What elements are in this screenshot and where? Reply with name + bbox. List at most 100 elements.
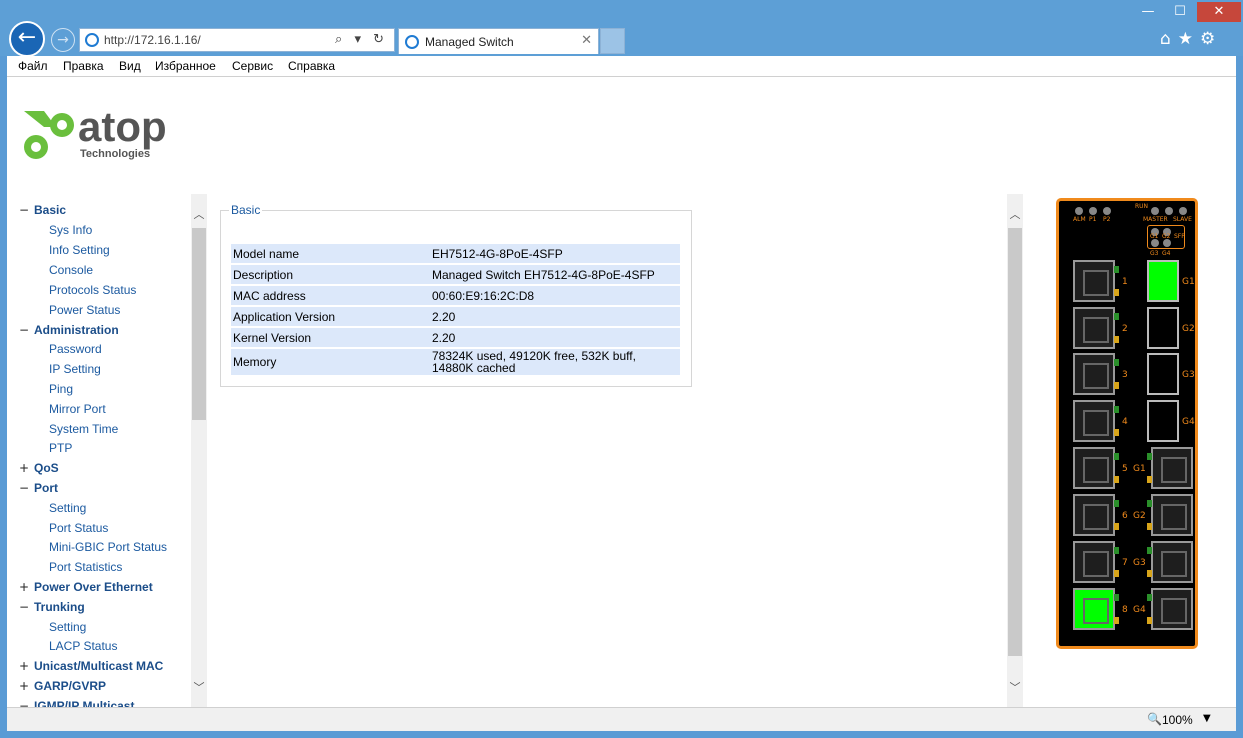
sfp-port-g2[interactable]	[1147, 307, 1179, 349]
rj45-port-g1[interactable]	[1147, 447, 1193, 489]
collapse-icon[interactable]: −	[19, 203, 29, 217]
sidebar-category-label[interactable]: Unicast/Multicast MAC	[34, 659, 163, 673]
scroll-up-icon[interactable]: ︿	[1007, 206, 1023, 222]
sidebar-link[interactable]: Mirror Port	[49, 402, 106, 416]
new-tab-button[interactable]	[600, 28, 625, 54]
sidebar-link[interactable]: Port Statistics	[49, 560, 122, 574]
table-row: Description Managed Switch EH7512-4G-8PoE…	[231, 265, 680, 284]
led-label: G4	[1162, 250, 1171, 257]
rj45-port-g2[interactable]	[1147, 494, 1193, 536]
scrollbar-thumb[interactable]	[1008, 228, 1022, 656]
collapse-icon[interactable]: −	[19, 323, 29, 337]
sidebar-link[interactable]: Info Setting	[49, 243, 110, 257]
rj45-port-2[interactable]	[1073, 307, 1119, 349]
collapse-icon[interactable]: −	[19, 481, 29, 495]
sidebar-category-label[interactable]: Trunking	[34, 600, 85, 614]
address-bar[interactable]: ⌕ ▾ ↻	[79, 28, 395, 52]
sidebar-link[interactable]: Setting	[49, 620, 86, 634]
forward-button[interactable]: →	[51, 28, 75, 52]
menu-file[interactable]: Файл	[18, 59, 48, 73]
sidebar-link[interactable]: Mini-GBIC Port Status	[49, 540, 167, 554]
rj45-port-3[interactable]	[1073, 353, 1119, 395]
table-row: Memory 78324K used, 49120K free, 532K buf…	[231, 349, 680, 375]
chevron-down-icon[interactable]: ▼	[1203, 713, 1211, 724]
rj45-port-5[interactable]	[1073, 447, 1119, 489]
maximize-button[interactable]: ☐	[1165, 2, 1195, 22]
home-icon[interactable]: ⌂	[1160, 29, 1171, 49]
sidebar-scrollbar[interactable]: ︿ ﹀	[191, 194, 207, 707]
sidebar-link[interactable]: Ping	[49, 382, 73, 396]
sidebar-link[interactable]: Console	[49, 263, 93, 277]
sidebar-category-label[interactable]: Basic	[34, 203, 66, 217]
row-label: MAC address	[231, 286, 430, 305]
rj45-port-8[interactable]	[1073, 588, 1119, 630]
sidebar-link[interactable]: PTP	[49, 441, 72, 455]
led-label: RUN	[1135, 203, 1149, 210]
sfp-port-g4[interactable]	[1147, 400, 1179, 442]
sfp-port-g1[interactable]	[1147, 260, 1179, 302]
gear-icon[interactable]: ⚙	[1200, 29, 1215, 49]
rj45-port-4[interactable]	[1073, 400, 1119, 442]
expand-icon[interactable]: +	[19, 461, 29, 475]
scroll-down-icon[interactable]: ﹀	[1007, 679, 1023, 695]
address-tools[interactable]: ⌕ ▾ ↻	[335, 32, 388, 47]
rj45-port-7[interactable]	[1073, 541, 1119, 583]
led-label: G1	[1150, 233, 1159, 240]
collapse-icon[interactable]: −	[19, 699, 29, 707]
menu-view[interactable]: Вид	[119, 59, 141, 73]
sidebar-category-label[interactable]: Administration	[34, 323, 119, 337]
scroll-down-icon[interactable]: ﹀	[191, 679, 207, 695]
sidebar-category-label[interactable]: Power Over Ethernet	[34, 580, 153, 594]
sidebar-category-label[interactable]: GARP/GVRP	[34, 679, 106, 693]
svg-text:atop: atop	[78, 105, 167, 150]
ie-icon	[85, 33, 99, 47]
content-scrollbar[interactable]: ︿ ﹀	[1007, 194, 1023, 707]
sidebar-category-label[interactable]: Port	[34, 481, 58, 495]
expand-icon[interactable]: +	[19, 659, 29, 673]
menu-tools[interactable]: Сервис	[232, 59, 273, 73]
zoom-icon[interactable]: 🔍	[1147, 712, 1162, 726]
section-title: Basic	[229, 203, 263, 217]
close-window-button[interactable]: ✕	[1197, 2, 1241, 22]
sidebar-link[interactable]: Setting	[49, 501, 86, 515]
row-value: 00:60:E9:16:2C:D8	[430, 286, 680, 305]
tab-managed-switch[interactable]: Managed Switch ✕	[398, 28, 599, 54]
port-label: G4	[1133, 605, 1146, 615]
menu-edit[interactable]: Правка	[63, 59, 104, 73]
sidebar-link[interactable]: System Time	[49, 422, 118, 436]
expand-icon[interactable]: +	[19, 580, 29, 594]
zoom-level[interactable]: 100%	[1162, 713, 1193, 727]
scrollbar-thumb[interactable]	[192, 228, 206, 420]
content-frame: Basic Model name EH7512-4G-8PoE-4SFP Desc…	[207, 194, 1023, 707]
port-label: 5	[1122, 464, 1128, 474]
close-tab-icon[interactable]: ✕	[581, 33, 592, 48]
back-button[interactable]: ←	[9, 21, 45, 57]
row-value: 2.20	[430, 307, 680, 326]
sidebar-link[interactable]: Password	[49, 342, 102, 356]
menu-favorites[interactable]: Избранное	[155, 59, 216, 73]
sidebar-link[interactable]: Power Status	[49, 303, 120, 317]
sidebar-category-label[interactable]: IGMP/IP Multicast	[34, 699, 134, 707]
sfp-port-g3[interactable]	[1147, 353, 1179, 395]
sidebar-link[interactable]: LACP Status	[49, 639, 117, 653]
sidebar-link[interactable]: Protocols Status	[49, 283, 136, 297]
row-value: 2.20	[430, 328, 680, 347]
sidebar-link[interactable]: Sys Info	[49, 223, 92, 237]
minimize-button[interactable]: —	[1133, 2, 1163, 22]
scroll-up-icon[interactable]: ︿	[191, 206, 207, 222]
p1-led	[1089, 207, 1097, 215]
address-input[interactable]	[104, 33, 304, 47]
rj45-port-6[interactable]	[1073, 494, 1119, 536]
menu-help[interactable]: Справка	[288, 59, 335, 73]
rj45-port-g3[interactable]	[1147, 541, 1193, 583]
sidebar-link[interactable]: IP Setting	[49, 362, 101, 376]
sidebar-category-label[interactable]: QoS	[34, 461, 59, 475]
browser-toolbar-icons: ⌂ ★ ⚙	[1160, 29, 1222, 49]
star-icon[interactable]: ★	[1178, 29, 1193, 49]
rj45-port-g4[interactable]	[1147, 588, 1193, 630]
port-label: G1	[1182, 277, 1195, 287]
expand-icon[interactable]: +	[19, 679, 29, 693]
rj45-port-1[interactable]	[1073, 260, 1119, 302]
sidebar-link[interactable]: Port Status	[49, 521, 108, 535]
collapse-icon[interactable]: −	[19, 600, 29, 614]
